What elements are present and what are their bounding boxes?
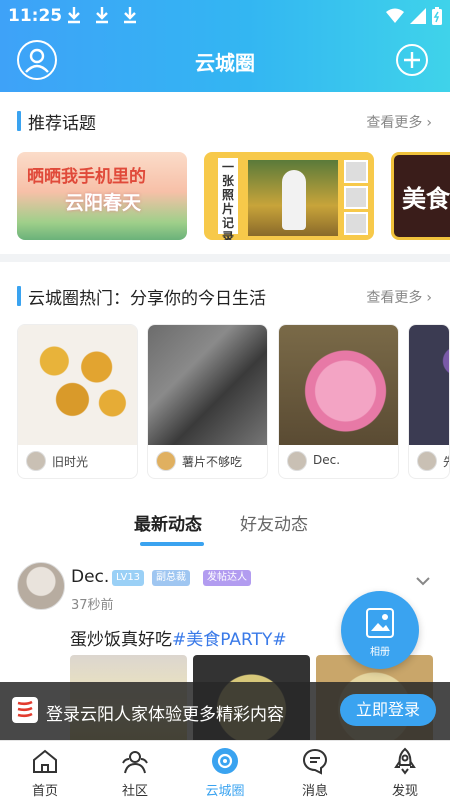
nav-circle[interactable]: 云城圈 [180, 741, 270, 800]
hot-card-image [409, 325, 449, 445]
message-icon [302, 748, 328, 775]
topics-more-link[interactable]: 查看更多 › [366, 112, 432, 132]
nav-label: 首页 [31, 784, 58, 799]
circle-icon [212, 748, 238, 774]
role-badge: 副总裁 [152, 570, 190, 586]
hot-card-user: 先 [443, 453, 449, 470]
hot-card-image [148, 325, 267, 445]
nav-label: 消息 [301, 784, 328, 799]
page-title: 云城圈 [195, 51, 255, 75]
hot-more-link[interactable]: 查看更多 › [366, 287, 432, 307]
album-icon [366, 608, 394, 638]
chevron-right-icon: › [426, 290, 432, 306]
avatar [156, 451, 176, 471]
album-label: 相册 [370, 647, 390, 658]
rocket-icon [394, 747, 416, 775]
hot-card-image [279, 325, 398, 445]
section-divider [0, 254, 450, 262]
status-bar: 11:25 [0, 0, 450, 32]
section-accent-bar [17, 286, 21, 306]
app-logo-icon [12, 697, 38, 723]
post-username[interactable]: Dec. [71, 567, 109, 587]
download-icon [68, 7, 80, 24]
login-button[interactable]: 立即登录 [340, 694, 436, 726]
add-button[interactable] [396, 44, 428, 76]
topic-card[interactable]: 一张照片记录生活 [204, 152, 374, 240]
home-icon [33, 749, 57, 773]
section-accent-bar [17, 111, 21, 131]
post-hashtag[interactable]: #美食PARTY# [172, 630, 287, 650]
nav-label: 发现 [391, 784, 418, 799]
hot-card[interactable]: 先 [408, 324, 450, 479]
avatar [287, 451, 307, 471]
download-icon [124, 7, 136, 24]
signal-icon [410, 8, 426, 24]
hot-card-user: 旧时光 [52, 455, 89, 469]
status-time: 11:25 [8, 6, 63, 26]
avatar[interactable] [17, 562, 65, 610]
bottom-nav: 首页 社区 云城圈 消息 发现 [0, 740, 450, 800]
topic-thumbnails [344, 160, 368, 238]
hot-card-user: Dec. [313, 453, 341, 467]
app-header: 11:25 云城圈 [0, 0, 450, 92]
avatar [26, 451, 46, 471]
topic-card-text: 美食 [402, 185, 450, 213]
avatar [417, 451, 437, 471]
wifi-icon [386, 8, 404, 23]
tab-latest[interactable]: 最新动态 [134, 510, 202, 535]
more-label: 查看更多 [366, 115, 423, 131]
post-body: 蛋炒饭真好吃 [70, 630, 172, 650]
nav-home[interactable]: 首页 [0, 741, 90, 800]
chevron-down-icon[interactable] [414, 572, 432, 590]
chevron-right-icon: › [426, 115, 432, 131]
post-text: 蛋炒饭真好吃#美食PARTY# [70, 625, 287, 650]
title-badge: 发帖达人 [203, 570, 251, 586]
topic-photo-person [282, 170, 306, 230]
community-icon [122, 751, 148, 774]
nav-community[interactable]: 社区 [90, 741, 180, 800]
nav-messages[interactable]: 消息 [270, 741, 360, 800]
hot-card[interactable]: Dec. [278, 324, 399, 479]
plus-icon [404, 52, 420, 68]
topic-card-vertical-text: 一张照片记录生活 [218, 158, 238, 240]
album-button[interactable]: 相册 [341, 591, 419, 669]
post-time: 37秒前 [71, 598, 114, 613]
topic-card-line1: 晒晒我手机里的 [27, 167, 146, 187]
nav-discover[interactable]: 发现 [360, 741, 450, 800]
topic-card[interactable]: 晒晒我手机里的 云阳春天 [17, 152, 187, 240]
login-banner-text: 登录云阳人家体验更多精彩内容 [46, 705, 284, 725]
download-icon [96, 7, 108, 24]
hot-header: 云城圈热门：分享你的今日生活 查看更多 › [0, 276, 450, 316]
nav-label: 云城圈 [205, 784, 245, 799]
level-badge: LV13 [112, 570, 145, 586]
login-banner: 登录云阳人家体验更多精彩内容 立即登录 [0, 682, 450, 740]
active-tab-indicator [140, 542, 204, 546]
topic-card[interactable]: 美食 [391, 152, 450, 240]
nav-label: 社区 [121, 784, 148, 799]
hot-card[interactable]: 薯片不够吃 [147, 324, 268, 479]
topics-title: 推荐话题 [28, 114, 96, 134]
hot-card-user: 薯片不够吃 [182, 455, 243, 469]
feed-tabs: 最新动态 好友动态 [0, 506, 450, 546]
system-icons [386, 7, 442, 25]
topics-header: 推荐话题 查看更多 › [0, 101, 450, 141]
battery-icon [432, 7, 442, 25]
topic-card-line2: 云阳春天 [65, 192, 142, 214]
hot-card-image [18, 325, 137, 445]
more-label: 查看更多 [366, 290, 423, 306]
tab-friends[interactable]: 好友动态 [240, 510, 308, 535]
hot-title: 云城圈热门：分享你的今日生活 [28, 289, 266, 309]
hot-card[interactable]: 旧时光 [17, 324, 138, 479]
